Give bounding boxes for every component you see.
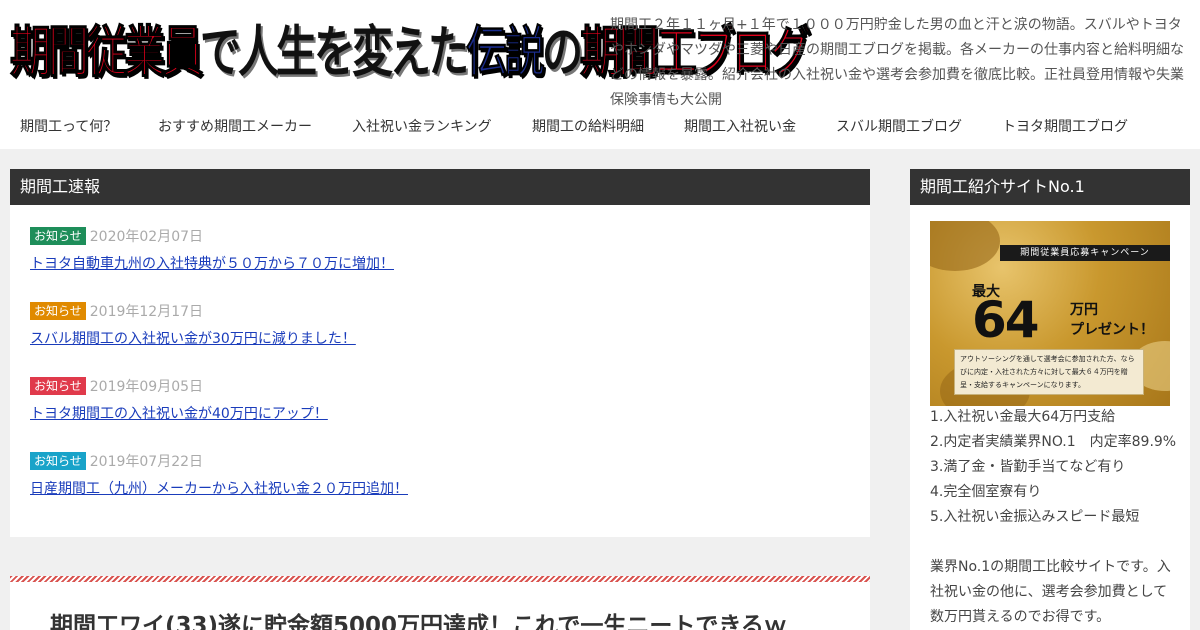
news-badge: お知らせ — [30, 451, 86, 470]
news-badge: お知らせ — [30, 226, 86, 245]
site-header: 期間従業員で人生を変えた伝説の期間工ブログ 期間工２年１１ヶ月+１年で１０００万… — [0, 0, 1200, 108]
nav-item-recommended-makers[interactable]: おすすめ期間工メーカー — [158, 106, 312, 149]
news-box-title: 期間工速報 — [10, 169, 870, 205]
nav-item-bonus-ranking[interactable]: 入社祝い金ランキング — [352, 106, 492, 149]
news-item: お知らせ 2019年07月22日 日産期間工（九州）メーカーから入社祝い金２０万円… — [30, 450, 408, 498]
nav-item-joining-bonus[interactable]: 期間工入社祝い金 — [684, 106, 796, 149]
global-nav: 期間工って何？ おすすめ期間工メーカー 入社祝い金ランキング 期間工の給料明細 … — [0, 106, 1200, 149]
sidebar-widget: 期間工紹介サイトNo.1 期間従業員応募キャンペーン 最大 64 万円 プレゼン… — [910, 169, 1190, 630]
banner-decoration — [930, 221, 1000, 271]
logo-part-3: 伝説 — [466, 19, 546, 85]
nav-item-toyota-blog[interactable]: トヨタ期間工ブログ — [1002, 106, 1128, 149]
banner-amount: 64 — [972, 291, 1040, 349]
banner-campaign-label: 期間従業員応募キャンペーン — [1000, 245, 1170, 261]
sidebar-widget-title: 期間工紹介サイトNo.1 — [910, 169, 1190, 205]
news-badge: お知らせ — [30, 301, 86, 320]
banner-note: アウトソーシングを通して選考会に参加された方、ならびに内定・入社された方々に対し… — [954, 349, 1144, 395]
news-item: お知らせ 2020年02月07日 トヨタ自動車九州の入社特典が５０万から７０万に増… — [30, 225, 394, 273]
article-title[interactable]: 期間工ワイ(33)遂に貯金額5000万円達成！これで一生ニートできるｗ — [50, 606, 787, 630]
news-badge: お知らせ — [30, 376, 86, 395]
site-description: 期間工２年１１ヶ月+１年で１０００万円貯金した男の血と汗と涙の物語。スバルやトヨ… — [610, 17, 1184, 108]
logo-part-1: 期間従業員 — [10, 19, 204, 85]
feature-item: 1.入社祝い金最大64万円支給 — [930, 409, 1116, 425]
news-date: 2019年09月05日 — [89, 378, 204, 395]
news-link[interactable]: スバル期間工の入社祝い金が30万円に減りました！ — [30, 328, 356, 348]
news-box: 期間工速報 お知らせ 2020年02月07日 トヨタ自動車九州の入社特典が５０万か… — [10, 169, 870, 537]
logo-part-4: の — [542, 19, 583, 85]
news-link[interactable]: トヨタ自動車九州の入社特典が５０万から７０万に増加！ — [30, 253, 394, 273]
site-logo[interactable]: 期間従業員で人生を変えた伝説の期間工ブログ — [10, 14, 812, 90]
news-link[interactable]: 日産期間工（九州）メーカーから入社祝い金２０万円追加！ — [30, 478, 408, 498]
feature-item: 4.完全個室寮有り — [930, 484, 1042, 500]
news-date: 2020年02月07日 — [89, 228, 204, 245]
nav-item-what-is-kikanko[interactable]: 期間工って何？ — [20, 106, 117, 149]
feature-item: 2.内定者実績業界NO.1 内定率89.9% — [930, 434, 1177, 450]
feature-item: 3.満了金・皆勤手当てなど有り — [930, 459, 1126, 475]
news-item: お知らせ 2019年12月17日 スバル期間工の入社祝い金が30万円に減りました！ — [30, 300, 356, 348]
nav-item-payslip[interactable]: 期間工の給料明細 — [532, 106, 644, 149]
feature-item: 5.入社祝い金振込みスピード最短 — [930, 509, 1140, 525]
news-date: 2019年12月17日 — [89, 303, 204, 320]
banner-unit: 万円 — [1070, 302, 1098, 318]
logo-part-2: で人生を変えた — [200, 19, 469, 85]
news-date: 2019年07月22日 — [89, 453, 204, 470]
news-item: お知らせ 2019年09月05日 トヨタ期間工の入社祝い金が40万円にアップ！ — [30, 375, 328, 423]
sidebar-description: 業界No.1の期間工比較サイトです。入社祝い金の他に、選考会参加費として数万円貰… — [930, 559, 1171, 625]
news-link[interactable]: トヨタ期間工の入社祝い金が40万円にアップ！ — [30, 403, 328, 423]
campaign-banner[interactable]: 期間従業員応募キャンペーン 最大 64 万円 プレゼント！ アウトソーシングを通… — [930, 221, 1170, 406]
banner-present: プレゼント！ — [1070, 322, 1154, 338]
article-card: 期間工ワイ(33)遂に貯金額5000万円達成！これで一生ニートできるｗ — [10, 582, 870, 630]
feature-list: 1.入社祝い金最大64万円支給 2.内定者実績業界NO.1 内定率89.9% 3… — [930, 405, 1180, 530]
nav-item-subaru-blog[interactable]: スバル期間工ブログ — [836, 106, 962, 149]
